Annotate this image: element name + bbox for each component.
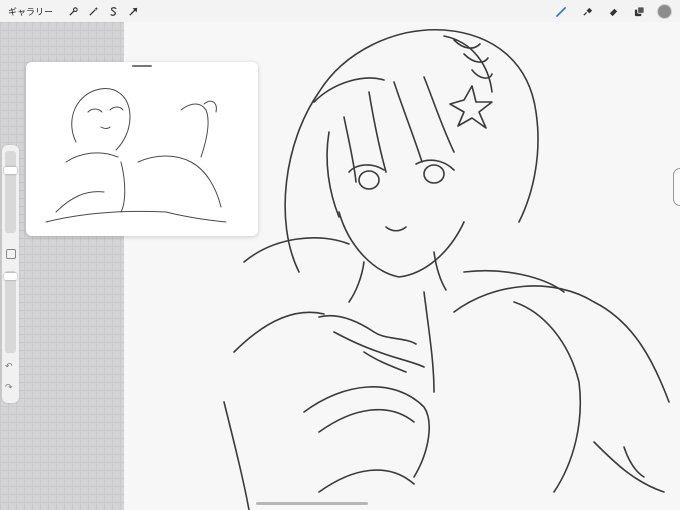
redo-button[interactable]: ↷: [5, 383, 13, 393]
opacity-knob[interactable]: [4, 273, 17, 280]
gallery-button[interactable]: ギャラリー: [8, 5, 53, 18]
brush-icon[interactable]: [553, 0, 569, 22]
selection-s-icon[interactable]: [103, 0, 123, 22]
canvas-edge-handle[interactable]: [673, 168, 680, 206]
left-sidebar: ↶ ↷: [2, 145, 19, 403]
brush-size-slider[interactable]: [4, 151, 17, 233]
wrench-icon[interactable]: [63, 0, 83, 22]
top-toolbar: ギャラリー: [0, 0, 680, 22]
modify-button[interactable]: [6, 249, 16, 259]
color-picker-swatch[interactable]: [657, 3, 672, 19]
reference-thumbnail: [45, 88, 227, 223]
opacity-slider[interactable]: [4, 271, 17, 353]
reference-drag-handle[interactable]: [132, 65, 152, 67]
undo-button[interactable]: ↶: [5, 362, 13, 372]
transform-arrow-icon[interactable]: [123, 0, 143, 22]
right-toolset: [553, 0, 672, 22]
smudge-icon[interactable]: [579, 0, 595, 22]
home-indicator: [256, 502, 368, 505]
magic-wand-icon[interactable]: [83, 0, 103, 22]
eraser-icon[interactable]: [605, 0, 621, 22]
reference-window[interactable]: [26, 62, 258, 236]
brush-size-knob[interactable]: [4, 167, 17, 174]
layers-icon[interactable]: [631, 0, 647, 22]
